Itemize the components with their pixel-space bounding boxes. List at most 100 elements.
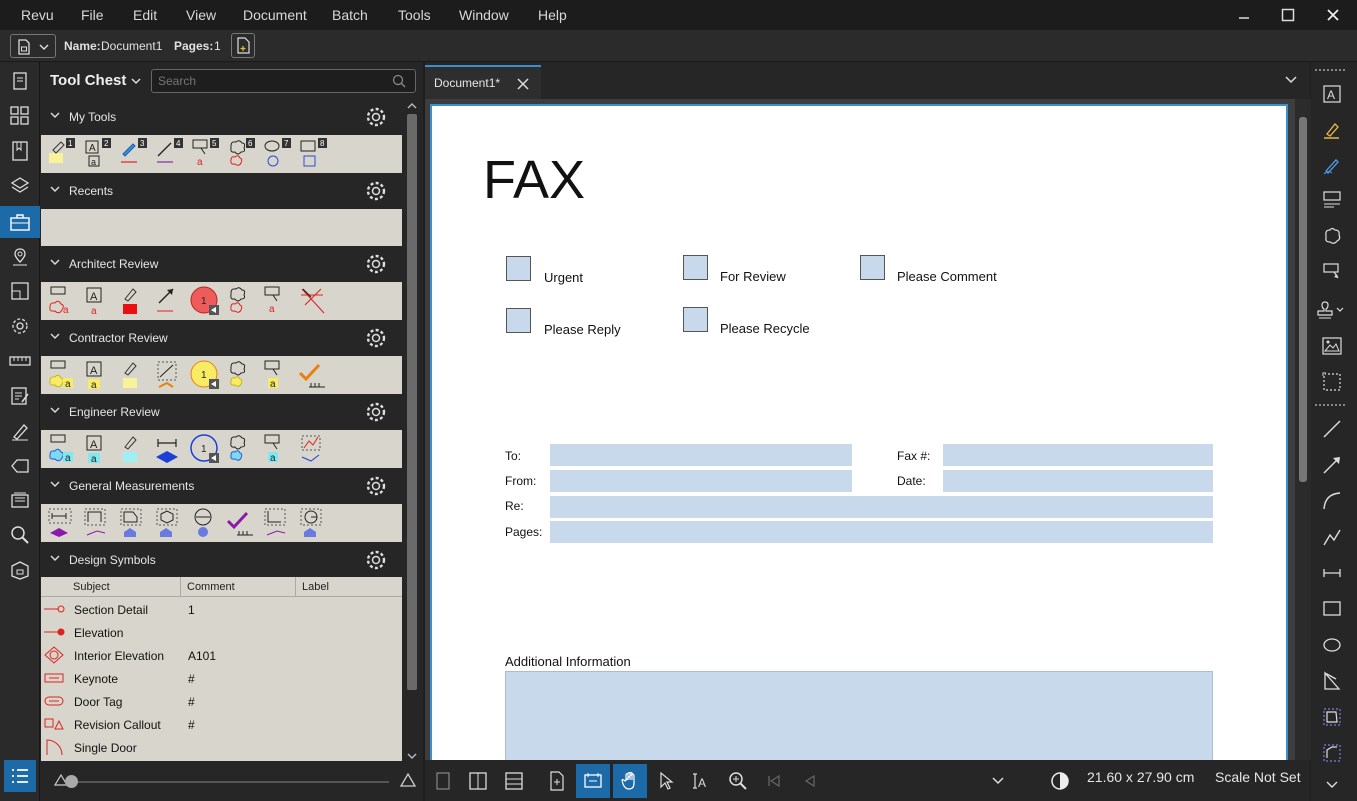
- arrow-callout-icon[interactable]: [1317, 258, 1347, 286]
- polylength-tool[interactable]: [83, 507, 113, 539]
- highlight-tool[interactable]: [119, 285, 149, 317]
- table-row[interactable]: Revision Callout #: [41, 713, 402, 736]
- area-measure-icon[interactable]: [1317, 703, 1347, 731]
- line-tool[interactable]: 4: [155, 138, 185, 170]
- highlighter-icon[interactable]: [1317, 116, 1347, 144]
- highlight-tool[interactable]: 1: [47, 138, 77, 170]
- split-horizontal-icon[interactable]: [499, 766, 529, 796]
- callout-tool[interactable]: a5: [191, 138, 221, 170]
- snapshot-icon[interactable]: [1317, 368, 1347, 396]
- tool-chest-icon[interactable]: [0, 206, 40, 238]
- select-text-icon[interactable]: A: [686, 766, 716, 796]
- menu-tools[interactable]: Tools: [398, 7, 431, 23]
- for-review-checkbox[interactable]: [683, 255, 708, 280]
- cloud-tool[interactable]: [227, 285, 257, 317]
- signatures-icon[interactable]: [6, 417, 34, 445]
- table-row[interactable]: Keynote #: [41, 667, 402, 690]
- tab-document1[interactable]: Document1*: [425, 65, 541, 99]
- pan-hand-icon[interactable]: [613, 764, 647, 798]
- cloud-tool[interactable]: [227, 433, 257, 465]
- table-row[interactable]: Elevation: [41, 621, 402, 644]
- scroll-down-icon[interactable]: [407, 752, 417, 760]
- close-window-button[interactable]: [1321, 4, 1345, 26]
- column-header-label[interactable]: Label: [296, 577, 402, 597]
- text-box-tool[interactable]: Aa: [83, 433, 113, 465]
- maximize-button[interactable]: [1276, 4, 1300, 26]
- menu-batch[interactable]: Batch: [332, 7, 368, 23]
- arrow-tool[interactable]: [155, 285, 185, 317]
- length-measure-tool[interactable]: [155, 433, 185, 465]
- section-contractor-review[interactable]: Contractor Review: [40, 320, 403, 356]
- urgent-checkbox[interactable]: [506, 256, 531, 281]
- check-mark-tool[interactable]: [297, 359, 327, 391]
- image-icon[interactable]: [1317, 332, 1347, 360]
- sync-pages-icon[interactable]: [542, 766, 572, 796]
- menu-document[interactable]: Document: [243, 7, 307, 23]
- please-reply-checkbox[interactable]: [506, 308, 531, 333]
- scroll-up-icon[interactable]: [407, 102, 417, 110]
- bookmarks-icon[interactable]: [6, 137, 34, 165]
- diameter-measure-tool[interactable]: [191, 507, 221, 539]
- callout-tool[interactable]: a: [263, 433, 293, 465]
- menu-edit[interactable]: Edit: [133, 7, 157, 23]
- section-engineer-review[interactable]: Engineer Review: [40, 394, 403, 430]
- count-tool[interactable]: 1: [189, 285, 219, 317]
- tool-chest-scrollbar[interactable]: [403, 100, 421, 762]
- minimize-button[interactable]: [1232, 4, 1256, 26]
- rail-grip[interactable]: [1315, 69, 1345, 71]
- gear-icon[interactable]: [365, 327, 387, 349]
- radius-measure-tool[interactable]: [299, 507, 329, 539]
- contrast-icon[interactable]: [1045, 766, 1075, 796]
- layers-icon[interactable]: [6, 172, 34, 200]
- count-measure-tool[interactable]: [225, 507, 255, 539]
- split-vertical-icon[interactable]: [463, 766, 493, 796]
- chevron-down-icon[interactable]: [1285, 76, 1297, 84]
- page-dimensions[interactable]: 21.60 x 27.90 cm: [1087, 769, 1194, 785]
- section-my-tools[interactable]: My Tools: [40, 99, 403, 135]
- single-page-view-icon[interactable]: [428, 766, 458, 796]
- from-field[interactable]: [550, 470, 852, 492]
- canvas-scrollbar-thumb[interactable]: [1299, 117, 1307, 482]
- table-row[interactable]: Door Tag #: [41, 690, 402, 713]
- cloud-tool[interactable]: [227, 359, 257, 391]
- dimension-tool[interactable]: [299, 285, 329, 317]
- text-box-tool[interactable]: Aa2: [83, 138, 113, 170]
- places-icon[interactable]: [6, 243, 34, 271]
- column-header-subject[interactable]: Subject: [41, 577, 181, 597]
- cloud-icon[interactable]: [1317, 222, 1347, 250]
- search-panel-icon[interactable]: [6, 521, 34, 549]
- document-canvas[interactable]: FAX Urgent For Review Please Comment Ple…: [425, 99, 1295, 764]
- pdf-page[interactable]: FAX Urgent For Review Please Comment Ple…: [430, 104, 1288, 764]
- angle-measure-tool[interactable]: [263, 507, 293, 539]
- cloud-callout-tool[interactable]: a: [47, 433, 77, 465]
- zoom-icon[interactable]: [723, 766, 753, 796]
- markups-list-icon[interactable]: [6, 382, 34, 410]
- count-tool[interactable]: 1: [189, 359, 219, 391]
- previous-page-icon[interactable]: [795, 766, 825, 796]
- additional-info-field[interactable]: [505, 671, 1213, 764]
- column-header-comment[interactable]: Comment: [181, 577, 296, 597]
- spaces-icon[interactable]: [6, 277, 34, 305]
- menu-revu[interactable]: Revu: [21, 7, 54, 23]
- thumbnails-icon[interactable]: [6, 102, 34, 130]
- menu-file[interactable]: File: [81, 7, 104, 23]
- ellipse-icon[interactable]: [1317, 631, 1347, 659]
- gear-icon[interactable]: [365, 401, 387, 423]
- ellipse-tool[interactable]: 7: [263, 138, 293, 170]
- gear-icon[interactable]: [365, 475, 387, 497]
- icon-size-slider-thumb[interactable]: [65, 775, 78, 788]
- date-field[interactable]: [943, 470, 1213, 492]
- menu-view[interactable]: View: [186, 7, 216, 23]
- polylength-icon[interactable]: [1317, 739, 1347, 767]
- snap-content-icon[interactable]: [576, 764, 610, 798]
- please-comment-checkbox[interactable]: [860, 255, 885, 280]
- menu-window[interactable]: Window: [459, 7, 509, 23]
- count-tool[interactable]: 1: [189, 433, 219, 465]
- highlight-tool[interactable]: [119, 433, 149, 465]
- cloud-tool[interactable]: 6: [227, 138, 257, 170]
- tag-icon[interactable]: [6, 452, 34, 480]
- studio-icon[interactable]: [6, 556, 34, 584]
- pen-icon[interactable]: [1317, 152, 1347, 180]
- area-measure-tool[interactable]: [155, 359, 185, 391]
- file-access-icon[interactable]: [6, 67, 34, 95]
